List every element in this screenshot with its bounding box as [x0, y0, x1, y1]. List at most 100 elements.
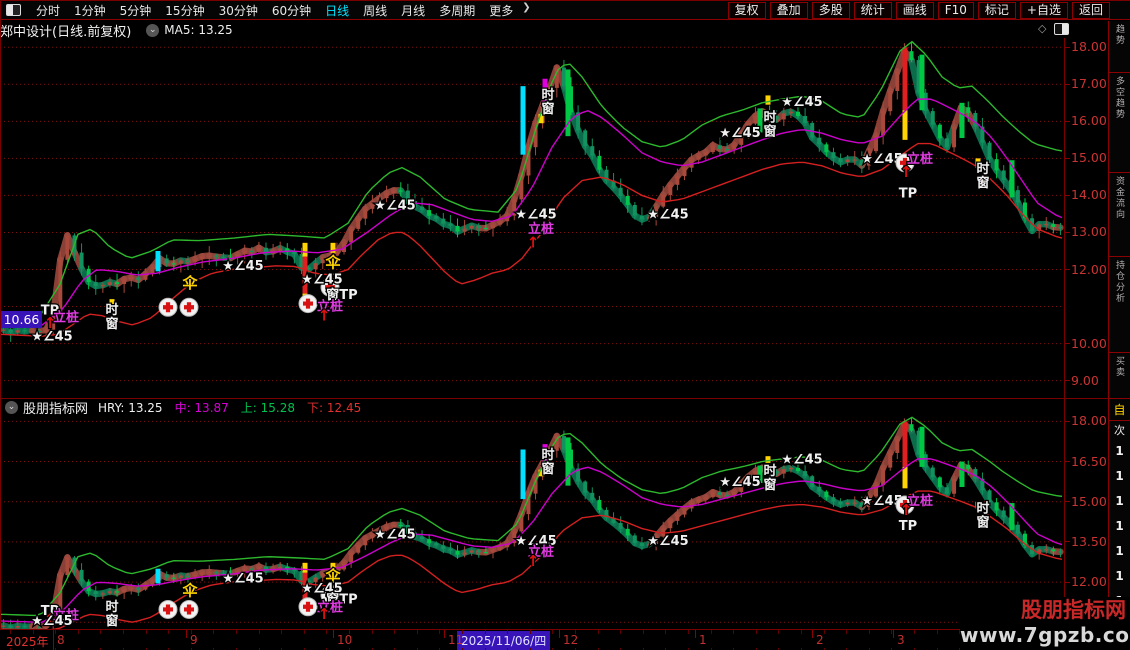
toolbar-button-统计[interactable]: 统计: [853, 1, 892, 19]
sidebar-tab[interactable]: 买卖: [1109, 353, 1130, 399]
indicator-value: 中: 13.87: [174, 401, 229, 415]
toolbar-button-多股[interactable]: 多股: [811, 1, 850, 19]
time-window-label: 时窗: [763, 109, 776, 139]
collapse-chevron-icon[interactable]: ⌄: [146, 23, 160, 37]
axis-label: 12.00: [1071, 574, 1107, 590]
watermark-site-name: 股朋指标网: [1021, 598, 1126, 622]
time-window-label: 时窗: [105, 599, 118, 629]
angle45-signal: ★∠45: [31, 614, 72, 629]
buy-arrow-signal: ↑: [900, 501, 913, 519]
month-label: 1: [699, 633, 707, 647]
toolbar-button-返回[interactable]: 返回: [1071, 1, 1110, 19]
stock-title: 郑中设计(日线.前复权): [0, 24, 132, 40]
indicator-header: ⌄ 股朋指标网 HRY: 13.25 中: 13.87 上: 15.28 下: 12.…: [0, 399, 373, 417]
buy-arrow-signal: ↑: [318, 307, 331, 325]
red-cross-signal-icon: [179, 599, 199, 619]
axis-label: 18.00: [1071, 39, 1107, 55]
toolbar-button-叠加[interactable]: 叠加: [769, 1, 808, 19]
period-tab-5分钟[interactable]: 5分钟: [120, 2, 152, 19]
axis-label: 9.00: [1071, 372, 1099, 388]
angle45-signal: ★∠45: [374, 198, 415, 213]
sidebar-tab-label: 买卖: [1114, 356, 1124, 378]
angle45-signal: ★∠45: [719, 126, 760, 141]
angle45-signal: ★∠45: [301, 273, 342, 288]
chart-label: TP: [899, 519, 917, 534]
watchlist-item[interactable]: 1: [1109, 439, 1130, 464]
axis-label: 15.00: [1071, 493, 1107, 509]
toolbar-button-标记[interactable]: 标记: [977, 1, 1016, 19]
header-corner-icons: ◇: [1038, 22, 1070, 35]
angle45-signal: ★∠45: [719, 475, 760, 490]
right-sidebar: 趋势多空趋势资金流向持仓分析买卖自次11111111: [1108, 21, 1130, 650]
window-split-icon[interactable]: [1054, 22, 1070, 35]
time-window-label: 时窗: [976, 500, 989, 530]
angle45-signal: ★∠45: [647, 534, 688, 549]
axis-label: 17.00: [1071, 76, 1107, 92]
chart-label: TP: [899, 186, 917, 201]
plot-axis-divider: [1064, 38, 1065, 629]
month-label: 11: [448, 633, 464, 647]
indicator-value: 上: 15.28: [240, 401, 295, 415]
time-axis: 2025年 2025/11/06/四 8 9 10 11 12 1 2 3: [0, 630, 1108, 650]
ma5-value: MA5: 13.25: [164, 23, 233, 37]
sidebar-tab[interactable]: 多空趋势: [1109, 73, 1130, 173]
angle45-signal: ★∠45: [781, 453, 822, 468]
month-label: 8: [57, 633, 65, 647]
toolbar-button-F10[interactable]: F10: [937, 1, 974, 19]
sidebar-tab[interactable]: 持仓分析: [1109, 257, 1130, 353]
diamond-icon[interactable]: ◇: [1038, 22, 1046, 35]
panel-layout-icon[interactable]: [6, 4, 21, 16]
sidebar-tab-next[interactable]: 次: [1109, 421, 1130, 439]
time-window-label: 时窗: [105, 302, 118, 332]
watchlist-item[interactable]: 1: [1109, 564, 1130, 589]
red-cross-signal-icon: [298, 294, 318, 314]
main-candlestick-chart[interactable]: TP立桩↑★∠45时窗伞★∠45 伞★∠45窗TP立桩↑★∠45时窗★∠45立桩↑…: [0, 38, 1064, 401]
buy-arrow-signal: ↑: [527, 552, 540, 570]
period-tab-分时[interactable]: 分时: [36, 2, 60, 19]
axis-label: 15.00: [1071, 150, 1107, 166]
period-tab-多周期[interactable]: 多周期: [439, 2, 475, 19]
sidebar-tab-label: 趋势: [1114, 24, 1124, 46]
hry-indicator-chart[interactable]: TP立桩↑★∠45时窗伞★∠45 伞★∠45窗TP立桩↑★∠45时窗★∠45立桩↑…: [0, 416, 1064, 629]
period-tab-15分钟[interactable]: 15分钟: [165, 2, 204, 19]
time-window-label: 时窗: [763, 463, 776, 493]
buy-arrow-signal: ↑: [900, 163, 913, 181]
period-tab-日线[interactable]: 日线: [325, 2, 349, 19]
axis-label: 14.00: [1071, 187, 1107, 203]
buy-arrow-signal: ↑: [318, 605, 331, 623]
chart-label: 立桩: [53, 309, 79, 325]
watchlist-item[interactable]: 1: [1109, 514, 1130, 539]
sidebar-tab-self[interactable]: 自: [1109, 399, 1130, 421]
site-watermark: 股朋指标网 www.7gpzb.com: [960, 597, 1130, 650]
month-label: 9: [190, 633, 198, 647]
period-tab-30分钟[interactable]: 30分钟: [219, 2, 258, 19]
angle45-signal: ★∠45: [647, 207, 688, 222]
app-window: 分时 1分钟 5分钟 15分钟 30分钟 60分钟 日线 周线 月线 多周期 更多 ❯ 复权 叠加 多股统…: [0, 0, 1130, 650]
umbrella-signal: 伞: [324, 254, 341, 272]
sidebar-tab[interactable]: 资金流向: [1109, 173, 1130, 257]
watchlist-item[interactable]: 1: [1109, 464, 1130, 489]
left-frame: [0, 1, 1, 650]
axis-label: 12.00: [1071, 261, 1107, 277]
period-tab-1分钟[interactable]: 1分钟: [74, 2, 106, 19]
watchlist-item[interactable]: 1: [1109, 539, 1130, 564]
period-tab-月线[interactable]: 月线: [401, 2, 425, 19]
red-cross-signal-icon: [179, 297, 199, 317]
red-cross-signal-icon: [158, 297, 178, 317]
time-window-label: 时窗: [541, 447, 554, 477]
angle45-signal: ★∠45: [222, 259, 263, 274]
toolbar-button-+自选[interactable]: +自选: [1019, 1, 1068, 19]
panel-divider: [0, 398, 1108, 399]
sidebar-tab[interactable]: 趋势: [1109, 21, 1130, 73]
period-tab-60分钟[interactable]: 60分钟: [272, 2, 311, 19]
watchlist-item[interactable]: 1: [1109, 489, 1130, 514]
period-tab-周线[interactable]: 周线: [363, 2, 387, 19]
collapse-chevron-icon[interactable]: ⌄: [5, 401, 18, 414]
toolbar-button-复权[interactable]: 复权: [727, 1, 766, 19]
month-label: 12: [563, 633, 579, 647]
indicator-values: HRY: 13.25 中: 13.87 上: 15.28 下: 12.45: [98, 399, 373, 416]
toolbar-button-画线[interactable]: 画线: [895, 1, 934, 19]
angle45-signal: ★∠45: [374, 528, 415, 543]
sidebar-tab-label: 多空趋势: [1114, 76, 1124, 120]
period-tab-更多[interactable]: 更多: [489, 2, 513, 19]
